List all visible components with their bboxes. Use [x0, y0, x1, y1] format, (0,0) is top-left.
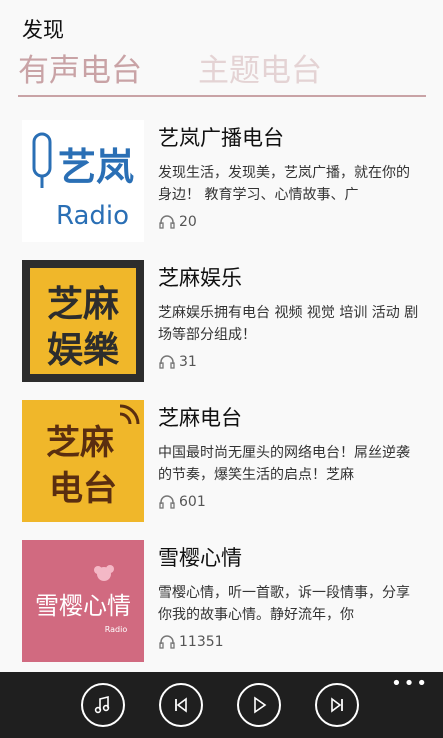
thumb-brand-text-bottom: 娱樂: [47, 330, 120, 371]
previous-icon: [175, 697, 187, 713]
yilan-radio-logo: 艺岚 Radio: [22, 120, 144, 242]
listener-count-value: 11351: [179, 634, 224, 650]
thumb-sub-text: Radio: [56, 201, 129, 231]
station-thumbnail: 芝麻 电台: [22, 400, 144, 522]
more-options-button[interactable]: •••: [391, 675, 429, 693]
thumb-brand-text-top: 芝麻: [46, 423, 114, 463]
app-bar: •••: [0, 672, 443, 738]
thumb-brand-text-bottom: 电台: [49, 469, 117, 509]
listener-count: 601: [158, 493, 206, 511]
play-icon: [254, 696, 267, 714]
headphones-icon: [159, 355, 175, 369]
listener-count-value: 601: [179, 494, 206, 510]
tab-theme-stations[interactable]: 主题电台: [198, 50, 322, 92]
station-description: 雪樱心情，听一首歌，诉一段情事，分享你我的故事心情。静好流年，你: [158, 585, 410, 623]
headphones-icon: [159, 495, 175, 509]
xueying-radio-logo: 雪樱心情 Radio: [22, 540, 144, 662]
next-icon: [331, 697, 343, 713]
thumb-sub-text: Radio: [105, 625, 128, 634]
listener-count: 31: [158, 353, 197, 371]
listener-count-value: 20: [179, 214, 197, 230]
thumb-brand-text: 雪樱心情: [35, 592, 131, 620]
listener-count-value: 31: [179, 354, 197, 370]
station-title: 芝麻电台: [158, 406, 242, 430]
thumb-brand-text: 艺岚: [58, 145, 134, 189]
tab-audio-stations[interactable]: 有声电台: [18, 50, 142, 92]
music-button[interactable]: [81, 683, 125, 727]
listener-count: 20: [158, 213, 197, 231]
station-thumbnail: 芝麻 娱樂: [22, 260, 144, 382]
music-note-icon: [94, 695, 110, 714]
list-item[interactable]: 艺岚 Radio 艺岚广播电台 发现生活，发现美，艺岚广播，就在你的身边！ 教育…: [0, 112, 443, 242]
station-description: 发现生活，发现美，艺岚广播，就在你的身边！ 教育学习、心情故事、广: [158, 165, 410, 203]
listener-count: 11351: [158, 633, 224, 651]
previous-button[interactable]: [159, 683, 203, 727]
station-thumbnail: 雪樱心情 Radio: [22, 540, 144, 662]
headphones-icon: [159, 635, 175, 649]
station-description: 中国最时尚无厘头的网络电台！屌丝逆袭的节奏，爆笑生活的启点！芝麻: [158, 445, 410, 483]
thumb-brand-text-top: 芝麻: [47, 284, 119, 325]
zhima-radio-logo: 芝麻 电台: [22, 400, 144, 522]
next-button[interactable]: [315, 683, 359, 727]
page-header: 发现: [22, 18, 64, 42]
list-item[interactable]: 芝麻 娱樂 芝麻娱乐 芝麻娱乐拥有电台 视频 视觉 培训 活动 剧场等部分组成！…: [0, 252, 443, 382]
station-description: 芝麻娱乐拥有电台 视频 视觉 培训 活动 剧场等部分组成！: [158, 305, 419, 343]
pivot-tabs: 有声电台 主题电台: [18, 50, 426, 97]
station-thumbnail: 艺岚 Radio: [22, 120, 144, 242]
zhima-ent-logo: 芝麻 娱樂: [22, 260, 144, 382]
station-title: 芝麻娱乐: [158, 266, 242, 290]
station-title: 雪樱心情: [158, 546, 242, 570]
station-title: 艺岚广播电台: [158, 126, 284, 150]
list-item[interactable]: 芝麻 电台 芝麻电台 中国最时尚无厘头的网络电台！屌丝逆袭的节奏，爆笑生活的启点…: [0, 392, 443, 522]
list-item[interactable]: 雪樱心情 Radio 雪樱心情 雪樱心情，听一首歌，诉一段情事，分享你我的故事心…: [0, 532, 443, 662]
play-button[interactable]: [237, 683, 281, 727]
headphones-icon: [159, 215, 175, 229]
